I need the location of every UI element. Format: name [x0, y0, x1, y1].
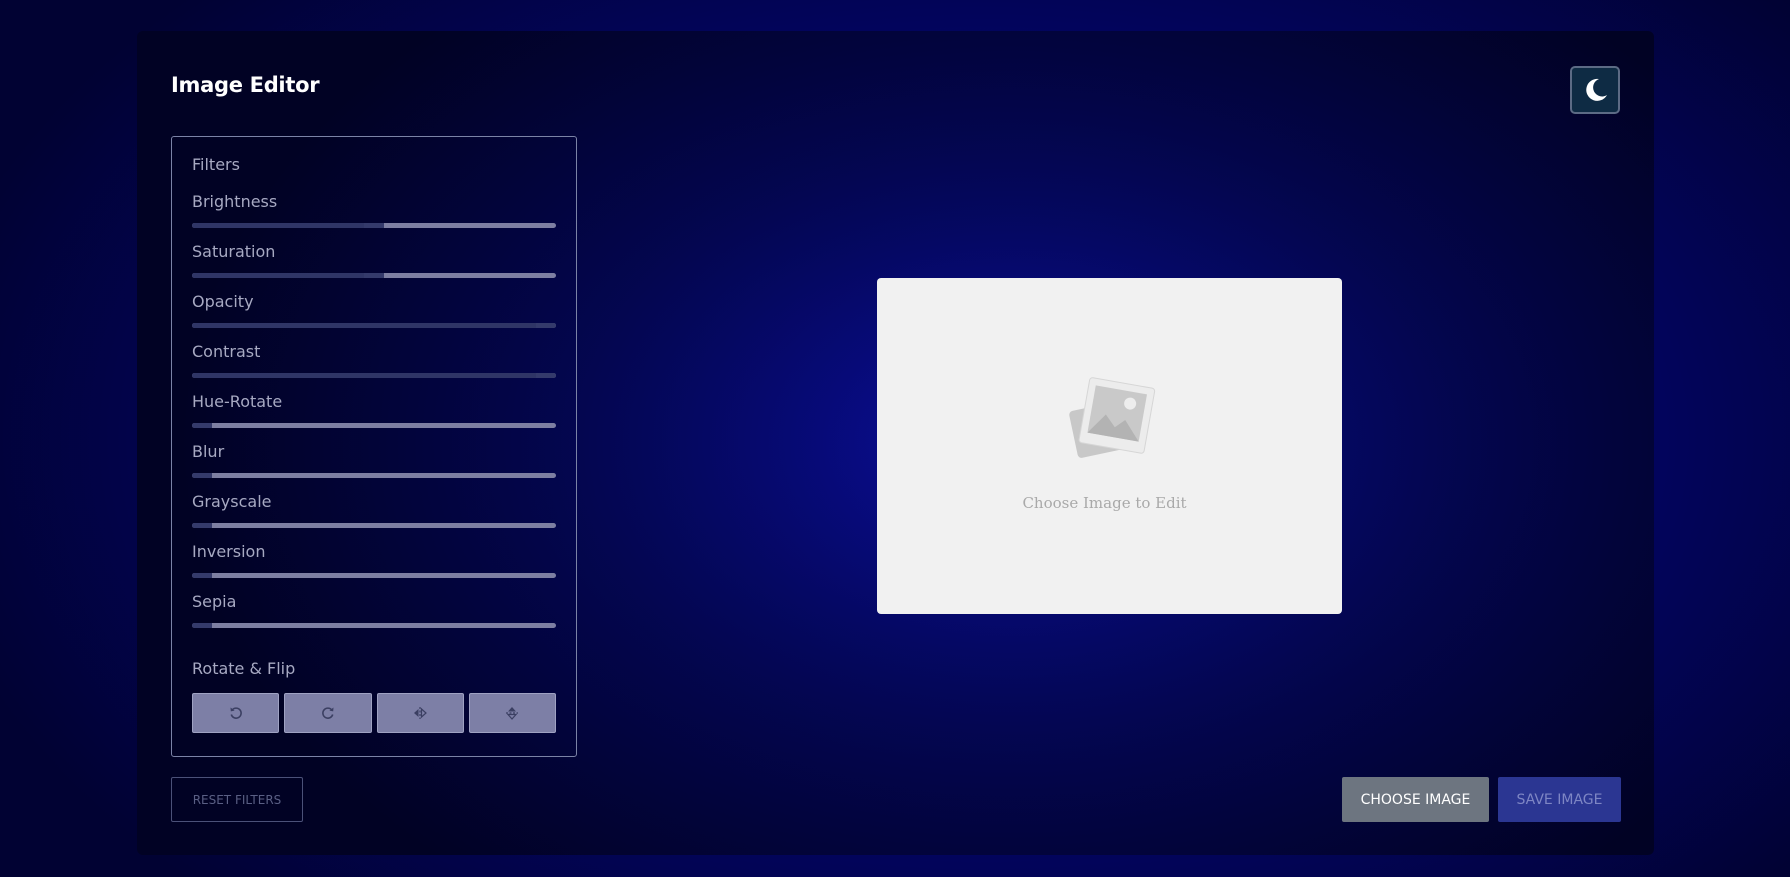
grayscale-slider[interactable]	[192, 523, 556, 528]
slider-thumb[interactable]	[192, 523, 212, 528]
save-image-button[interactable]: SAVE IMAGE	[1498, 777, 1621, 822]
filter-label: Contrast	[192, 342, 261, 361]
image-preview: Choose Image to Edit	[877, 278, 1342, 614]
filter-label: Grayscale	[192, 492, 272, 511]
filter-hue-rotate: Hue-Rotate	[192, 392, 556, 442]
saturation-slider[interactable]	[192, 273, 556, 278]
filter-label: Sepia	[192, 592, 237, 611]
filters-panel: Filters Brightness Saturation Opacity Co…	[171, 136, 577, 757]
filter-opacity: Opacity	[192, 292, 556, 342]
page-title: Image Editor	[171, 73, 320, 97]
flip-vertical-icon	[506, 707, 519, 720]
slider-thumb[interactable]	[536, 373, 556, 378]
rotate-left-button[interactable]	[192, 693, 280, 733]
filter-label: Saturation	[192, 242, 276, 261]
reset-filters-button[interactable]: RESET FILTERS	[171, 777, 303, 822]
filter-blur: Blur	[192, 442, 556, 492]
slider-fill	[192, 273, 364, 278]
rotate-right-button[interactable]	[284, 693, 372, 733]
inversion-slider[interactable]	[192, 573, 556, 578]
slider-thumb[interactable]	[192, 573, 212, 578]
hue-rotate-slider[interactable]	[192, 423, 556, 428]
brightness-slider[interactable]	[192, 223, 556, 228]
slider-fill	[192, 223, 364, 228]
rotate-left-icon	[230, 707, 242, 719]
choose-image-button[interactable]: CHOOSE IMAGE	[1342, 777, 1489, 822]
filter-grayscale: Grayscale	[192, 492, 556, 542]
rotate-right-icon	[321, 707, 334, 719]
slider-thumb[interactable]	[536, 323, 556, 328]
slider-fill	[192, 323, 536, 328]
theme-toggle-button[interactable]	[1570, 66, 1620, 114]
sepia-slider[interactable]	[192, 623, 556, 628]
slider-thumb[interactable]	[192, 423, 212, 428]
blur-slider[interactable]	[192, 473, 556, 478]
filter-inversion: Inversion	[192, 542, 556, 592]
flip-horizontal-icon	[414, 707, 428, 719]
slider-thumb[interactable]	[192, 623, 212, 628]
flip-horizontal-button[interactable]	[376, 693, 464, 733]
moon-icon	[1586, 78, 1607, 101]
filter-label: Brightness	[192, 192, 278, 211]
filter-label: Hue-Rotate	[192, 392, 283, 411]
rotate-flip-title: Rotate & Flip	[192, 659, 296, 678]
filters-title: Filters	[192, 155, 240, 174]
opacity-slider[interactable]	[192, 323, 556, 328]
filter-label: Opacity	[192, 292, 254, 311]
slider-thumb[interactable]	[364, 273, 384, 278]
preview-placeholder-text: Choose Image to Edit	[1022, 494, 1187, 512]
image-placeholder-icon	[1069, 377, 1156, 458]
editor-card: Image Editor Filters Brightness Saturati…	[137, 31, 1654, 855]
flip-vertical-button[interactable]	[468, 693, 556, 733]
filter-saturation: Saturation	[192, 242, 556, 292]
filter-label: Blur	[192, 442, 225, 461]
filter-brightness: Brightness	[192, 192, 556, 242]
slider-thumb[interactable]	[192, 473, 212, 478]
rotate-flip-buttons	[192, 693, 556, 733]
filter-label: Inversion	[192, 542, 266, 561]
filter-sepia: Sepia	[192, 592, 556, 642]
contrast-slider[interactable]	[192, 373, 556, 378]
slider-thumb[interactable]	[364, 223, 384, 228]
slider-fill	[192, 373, 536, 378]
filter-contrast: Contrast	[192, 342, 556, 392]
